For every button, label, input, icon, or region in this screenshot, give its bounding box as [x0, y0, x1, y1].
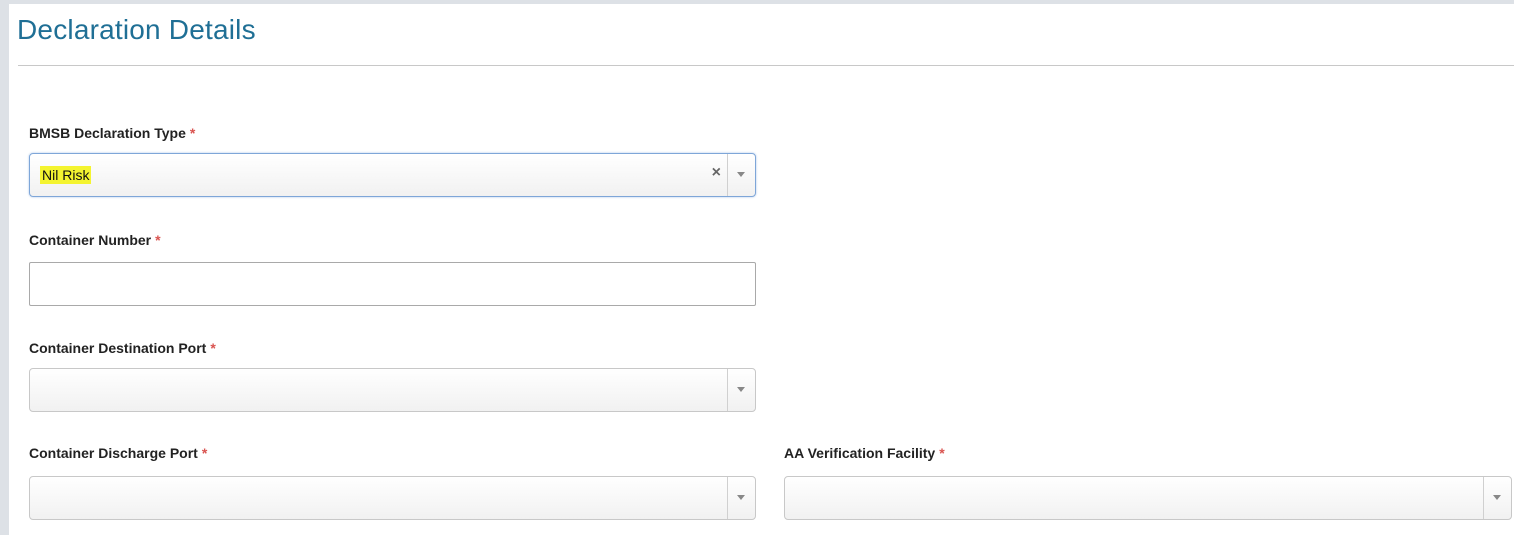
required-marker: * — [939, 445, 945, 461]
chevron-down-icon — [1493, 495, 1501, 500]
discharge-port-label: Container Discharge Port * — [29, 445, 207, 461]
chevron-down-icon — [737, 387, 745, 392]
required-marker: * — [189, 125, 196, 141]
discharge-port-select[interactable] — [29, 476, 756, 520]
container-number-label-text: Container Number — [29, 232, 152, 248]
bmsb-type-label-text: BMSB Declaration Type — [29, 125, 186, 141]
dropdown-toggle[interactable] — [727, 477, 755, 519]
destination-port-label-text: Container Destination Port — [29, 340, 207, 356]
dropdown-toggle[interactable] — [727, 369, 755, 411]
required-marker: * — [201, 445, 208, 461]
container-number-label: Container Number * — [29, 232, 161, 248]
destination-port-label: Container Destination Port * — [29, 340, 216, 356]
required-marker: * — [210, 340, 216, 356]
bmsb-type-label: BMSB Declaration Type * — [29, 125, 195, 141]
container-number-input[interactable] — [29, 262, 756, 306]
bmsb-type-selected-value: Nil Risk — [40, 166, 92, 184]
aa-facility-label-text: AA Verification Facility — [784, 445, 936, 461]
dropdown-toggle[interactable] — [727, 154, 755, 196]
title-divider — [18, 65, 1514, 66]
required-marker: * — [155, 232, 161, 248]
aa-facility-select[interactable] — [784, 476, 1512, 520]
page-title: Declaration Details — [17, 14, 256, 45]
aa-facility-label: AA Verification Facility * — [784, 445, 945, 461]
bmsb-type-select[interactable]: Nil Risk × — [29, 153, 756, 197]
clear-icon[interactable]: × — [712, 164, 721, 182]
discharge-port-label-text: Container Discharge Port — [29, 445, 198, 461]
destination-port-select[interactable] — [29, 368, 756, 412]
chevron-down-icon — [737, 495, 745, 500]
chevron-down-icon — [737, 172, 745, 177]
declaration-panel: Declaration Details BMSB Declaration Typ… — [9, 4, 1514, 535]
dropdown-toggle[interactable] — [1483, 477, 1511, 519]
